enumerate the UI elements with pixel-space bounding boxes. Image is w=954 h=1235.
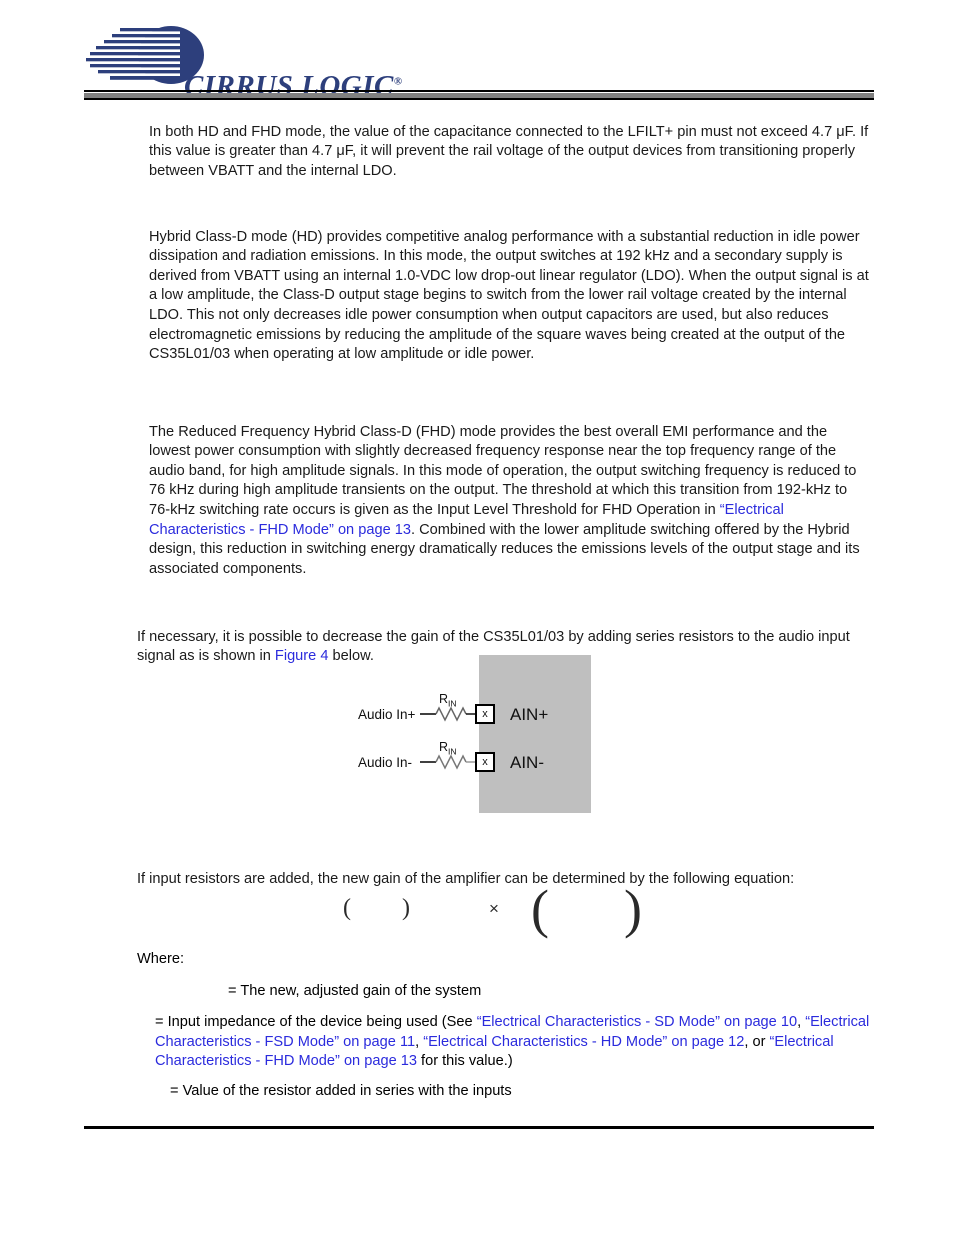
definition-2-sep-2: ,: [415, 1033, 424, 1050]
letterhead: CIRRUS LOGIC®: [84, 24, 874, 101]
paragraph-reduced-frequency-hybrid: The Reduced Frequency Hybrid Class-D (FH…: [149, 423, 871, 580]
definition-adjusted-gain: = The new, adjusted gain of the system: [228, 983, 482, 999]
link-figure-4[interactable]: Figure 4: [275, 648, 329, 664]
equation-close-paren: ): [402, 895, 410, 921]
equation-multiply-icon: ×: [489, 899, 499, 918]
definition-2-text-after: for this value.): [416, 1053, 513, 1070]
definition-2-text-before: = Input impedance of the device being us…: [155, 1014, 477, 1030]
link-electrical-characteristics-sd-mode-p10[interactable]: “Electrical Characteristics - SD Mode” o…: [477, 1014, 797, 1030]
equation-big-close-paren: ): [624, 879, 642, 939]
gain-equation: ( ) × ( ): [137, 882, 871, 936]
input-label-audio-in-positive: Audio In+: [358, 707, 416, 722]
figure-4-input-resistor-circuit: Audio In+ RIN x AIN+ Audio In- RIN x AIN…: [355, 650, 600, 822]
definition-2-sep-3: , or: [744, 1033, 770, 1050]
pin-box-positive: x: [475, 704, 495, 724]
equation-open-paren: (: [343, 895, 351, 921]
registered-trademark-icon: ®: [393, 75, 403, 88]
output-label-ain-positive: AIN+: [510, 705, 549, 724]
header-rule-line: [84, 90, 874, 92]
header-rule: [84, 90, 874, 101]
equation-big-open-paren: (: [531, 879, 549, 939]
where-label: Where:: [137, 951, 185, 967]
paragraph-capacitance-note: In both HD and FHD mode, the value of th…: [149, 123, 869, 179]
header-rule-band: [84, 93, 874, 100]
definition-2-sep-1: ,: [797, 1014, 806, 1030]
resistor-label-rin-positive: RIN: [439, 692, 457, 709]
footer-rule: [84, 1126, 874, 1129]
definition-series-resistor-value: = Value of the resistor added in series …: [170, 1083, 512, 1099]
input-label-audio-in-negative: Audio In-: [358, 755, 413, 770]
pin-box-negative: x: [475, 752, 495, 772]
definition-input-impedance: = Input impedance of the device being us…: [155, 1013, 871, 1072]
paragraph-hybrid-class-d: Hybrid Class-D mode (HD) provides compet…: [149, 228, 869, 363]
resistor-label-rin-negative: RIN: [439, 740, 457, 757]
output-label-ain-negative: AIN-: [510, 753, 544, 772]
circuit-wires: [420, 706, 486, 770]
link-electrical-characteristics-hd-mode-p12[interactable]: “Electrical Characteristics - HD Mode” o…: [423, 1034, 744, 1050]
